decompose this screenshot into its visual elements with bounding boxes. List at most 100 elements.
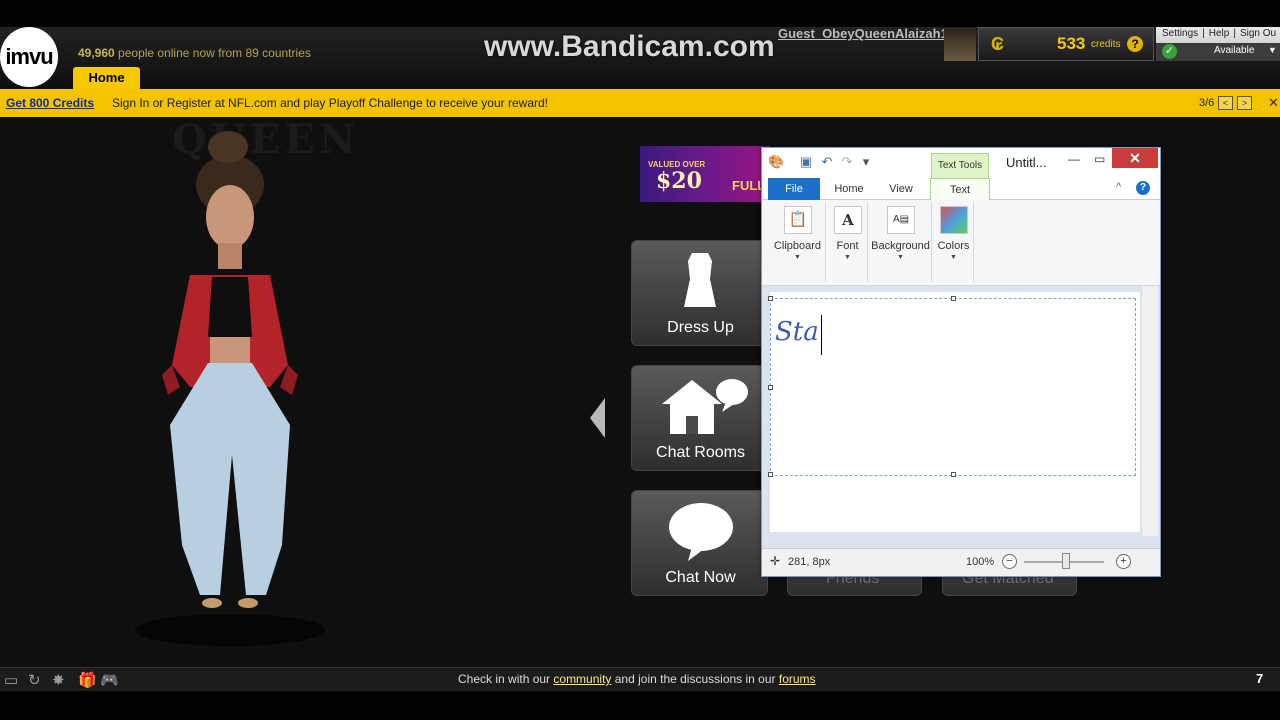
font-label: Font [836, 240, 859, 252]
save-icon[interactable]: ▣ [798, 155, 814, 169]
account-panel: Settings | Help | Sign Ou ✓ Available ▼ [1156, 27, 1280, 61]
paint-ribbon: 📋 Clipboard ▼ A Font ▼ A▤ Background ▼ C… [762, 200, 1160, 286]
promo-banner: Get 800 Credits Sign In or Register at N… [0, 89, 1280, 117]
promo-prev-button[interactable]: < [1218, 96, 1233, 110]
colors-group[interactable]: Colors ▼ [934, 202, 974, 282]
background-label: Background [871, 240, 930, 252]
status-dropdown[interactable]: ✓ Available ▼ [1156, 43, 1280, 61]
carousel-left-arrow[interactable] [590, 398, 605, 438]
avatar-figure[interactable] [120, 125, 350, 655]
promo-close-icon[interactable]: ✕ [1268, 95, 1279, 111]
status-label: Available [1214, 45, 1255, 56]
chevron-down-icon: ▼ [950, 254, 957, 261]
tab-view[interactable]: View [878, 178, 924, 200]
chat-rooms-label: Chat Rooms [656, 444, 745, 461]
undo-icon[interactable]: ↶ [819, 155, 835, 169]
chevron-down-icon: ▼ [1268, 45, 1277, 55]
chat-rooms-button[interactable]: Chat Rooms [631, 365, 768, 471]
text-tools-context-label: Text Tools [931, 153, 989, 179]
resize-handle[interactable] [768, 385, 773, 390]
help-link[interactable]: Help [1209, 28, 1230, 39]
help-icon[interactable]: ? [1136, 181, 1150, 195]
imvu-logo[interactable]: imvu [0, 27, 58, 87]
settings-link[interactable]: Settings [1162, 28, 1198, 39]
resize-handle[interactable] [768, 296, 773, 301]
community-link[interactable]: community [553, 672, 611, 686]
minimize-icon[interactable]: — [1068, 152, 1080, 166]
text-box[interactable]: Sta [768, 296, 1136, 477]
paint-canvas[interactable]: Sta [768, 292, 1140, 532]
friends-online-count[interactable]: 7 [1256, 671, 1263, 686]
tab-text[interactable]: Text [930, 178, 990, 200]
checkmark-icon: ✓ [1162, 44, 1177, 59]
clipboard-group[interactable]: 📋 Clipboard ▼ [770, 202, 826, 282]
redo-icon[interactable]: ↷ [839, 155, 855, 169]
typed-text: Sta [775, 317, 819, 347]
close-window-button[interactable]: ✕ [1112, 148, 1158, 168]
zoom-in-button[interactable]: + [1116, 554, 1131, 569]
username-link[interactable]: Guest_ObeyQueenAlaizah1 [778, 26, 948, 41]
paint-canvas-area: Sta [762, 286, 1160, 548]
resize-handle[interactable] [951, 296, 956, 301]
paint-status-bar: ✛ 281, 8px 100% − + [762, 548, 1160, 576]
customize-toolbar-icon[interactable]: ▾ [858, 155, 874, 169]
top-black-bar [0, 0, 1280, 27]
tab-home[interactable]: Home [826, 178, 872, 200]
clipboard-label: Clipboard [773, 240, 822, 252]
vertical-scrollbar[interactable] [1142, 286, 1158, 536]
chevron-down-icon: ▼ [897, 254, 904, 261]
zoom-out-button[interactable]: − [1002, 554, 1017, 569]
cursor-position-icon: ✛ [770, 554, 781, 568]
footer-prefix: Check in with our [458, 672, 551, 686]
ad-banner[interactable]: VALUED OVER $20 FULL [640, 146, 770, 202]
background-group[interactable]: A▤ Background ▼ [870, 202, 932, 282]
maximize-icon[interactable]: ▭ [1094, 152, 1105, 166]
promo-credits-link[interactable]: Get 800 Credits [6, 96, 94, 110]
paint-title-bar: 🎨 ▣ ↶ ↷ ▾ Text Tools Untitl... — ▭ ✕ [762, 148, 1160, 179]
colors-label: Colors [937, 240, 970, 252]
bottom-black-bar [0, 691, 1280, 720]
text-caret [821, 315, 822, 355]
tab-home[interactable]: Home [73, 67, 140, 89]
chat-now-button[interactable]: Chat Now [631, 490, 768, 596]
forums-link[interactable]: forums [779, 672, 816, 686]
account-links: Settings | Help | Sign Ou [1162, 28, 1280, 39]
paint-window-title: Untitl... [1006, 155, 1047, 170]
cursor-coordinates: 281, 8px [788, 556, 831, 568]
zoom-slider-thumb[interactable] [1062, 553, 1070, 569]
chat-now-label: Chat Now [665, 569, 736, 586]
credits-icon: ₢ [991, 34, 1004, 54]
collapse-ribbon-icon[interactable]: ^ [1116, 181, 1121, 193]
house-chat-icon [662, 379, 748, 434]
promo-next-button[interactable]: > [1237, 96, 1252, 110]
online-text: people online now from 89 countries [118, 46, 311, 60]
online-counter: 49,960 people online now from 89 countri… [78, 46, 311, 60]
vip-icon[interactable]: ▭ [4, 671, 18, 689]
font-group[interactable]: A Font ▼ [828, 202, 868, 282]
paint-app-icon[interactable]: 🎨 [768, 155, 784, 169]
user-avatar-thumbnail[interactable] [944, 27, 976, 61]
credits-help-icon[interactable]: ? [1127, 36, 1143, 52]
resize-handle[interactable] [768, 472, 773, 477]
separator: | [1233, 28, 1236, 39]
tab-file[interactable]: File [768, 178, 820, 200]
screen: imvu 49,960 people online now from 89 co… [0, 0, 1280, 720]
online-count: 49,960 [78, 46, 115, 60]
promo-message: Sign In or Register at NFL.com and play … [112, 96, 548, 110]
resize-handle[interactable] [951, 472, 956, 477]
credits-label: credits [1091, 39, 1121, 50]
gift-icon[interactable]: 🎁 [78, 671, 97, 689]
credits-amount: 533 [1057, 34, 1086, 53]
refresh-icon[interactable]: ↻ [28, 671, 41, 689]
dress-up-label: Dress Up [667, 319, 734, 336]
chevron-down-icon: ▼ [844, 254, 851, 261]
sign-out-link[interactable]: Sign Ou [1240, 28, 1276, 39]
credits-panel[interactable]: ₢ 533 credits ? [978, 27, 1154, 61]
font-icon: A [834, 206, 862, 234]
paint-ribbon-tabs: File Home View Text ^ ? [762, 178, 1160, 200]
promo-page-indicator: 3/6 [1199, 97, 1215, 109]
bandicam-watermark: www.Bandicam.com [484, 30, 775, 63]
badge-icon[interactable]: ✸ [52, 671, 65, 689]
gamepad-icon[interactable]: 🎮 [100, 671, 119, 689]
dress-up-button[interactable]: Dress Up [631, 240, 768, 346]
